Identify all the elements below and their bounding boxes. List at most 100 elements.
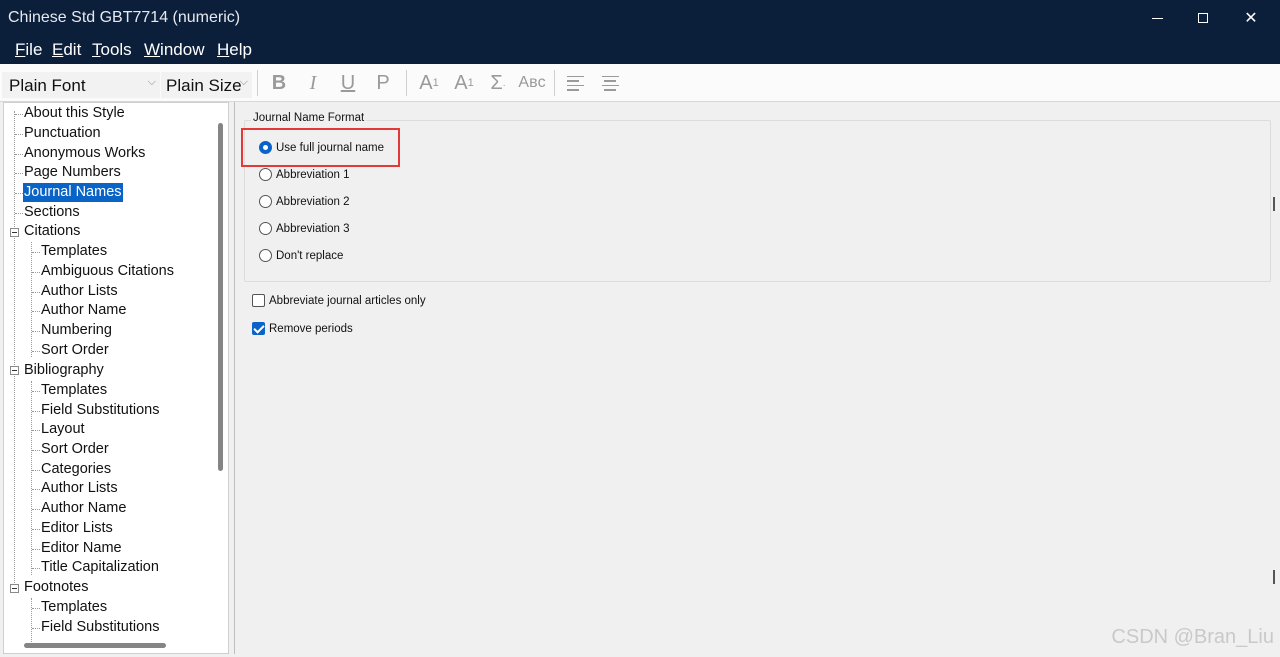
menu-edit[interactable]: Edit	[52, 40, 81, 60]
menu-help-mnemonic: H	[217, 40, 230, 59]
minimize-button[interactable]	[1134, 0, 1180, 36]
tree-item-layout[interactable]: Layout	[41, 420, 85, 439]
plain-button[interactable]: P	[369, 70, 397, 96]
tree-item-categories[interactable]: Categories	[41, 460, 111, 479]
toolbar-separator	[406, 70, 407, 96]
radio-abbreviation-3[interactable]: Abbreviation 3	[259, 222, 350, 235]
tree-item-editor-name[interactable]: Editor Name	[41, 539, 122, 558]
tree-guide	[15, 134, 23, 135]
radio-dont-replace[interactable]: Don't replace	[259, 249, 343, 262]
tree-item-citations[interactable]: Citations	[24, 222, 80, 241]
maximize-button[interactable]	[1180, 0, 1226, 36]
tree-item-citations-author-name[interactable]: Author Name	[41, 301, 126, 320]
tree-guide	[32, 351, 40, 352]
title-bar: Chinese Std GBT7714 (numeric) ✕	[0, 0, 1280, 36]
menu-window-label: indow	[160, 40, 205, 59]
tree-item-sections[interactable]: Sections	[24, 203, 80, 222]
collapse-icon[interactable]	[10, 228, 19, 237]
tree-guide	[15, 154, 23, 155]
tree-guide	[32, 549, 40, 550]
size-dropdown-value: Plain Size	[166, 76, 242, 95]
checkbox-abbreviate-articles[interactable]: Abbreviate journal articles only	[252, 294, 426, 307]
tree-item-citations-author-lists[interactable]: Author Lists	[41, 282, 118, 301]
menu-tools[interactable]: Tools	[92, 40, 132, 60]
tree-item-journal-names[interactable]: Journal Names	[23, 183, 123, 202]
tree-item-page-numbers[interactable]: Page Numbers	[24, 163, 121, 182]
tree-item-field-substitutions[interactable]: Field Substitutions	[41, 401, 159, 420]
radio-icon	[259, 222, 272, 235]
checkbox-remove-periods[interactable]: Remove periods	[252, 322, 353, 335]
tree-item-footnotes[interactable]: Footnotes	[24, 578, 89, 597]
menu-window[interactable]: Window	[144, 40, 204, 60]
align-center-button[interactable]	[596, 70, 624, 96]
tree-item-title-capitalization[interactable]: Title Capitalization	[41, 558, 159, 577]
tree-guide	[32, 272, 40, 273]
tree-vertical-scrollbar[interactable]	[218, 123, 223, 471]
tree-item-bibliography-templates[interactable]: Templates	[41, 381, 107, 400]
menu-help[interactable]: Help	[217, 40, 252, 60]
collapse-icon[interactable]	[10, 366, 19, 375]
tree-guide	[15, 173, 23, 174]
toolbar-separator	[554, 70, 555, 96]
italic-button[interactable]: I	[299, 70, 327, 96]
tree-item-punctuation[interactable]: Punctuation	[24, 124, 101, 143]
tree-guide	[32, 529, 40, 530]
tree-item-bibliography-author-lists[interactable]: Author Lists	[41, 479, 118, 498]
tree-item-ambiguous-citations[interactable]: Ambiguous Citations	[41, 262, 174, 281]
menu-file-label: ile	[25, 40, 43, 59]
tree-item-numbering[interactable]: Numbering	[41, 321, 112, 340]
tree-guide	[32, 430, 40, 431]
style-tree[interactable]: About this Style Punctuation Anonymous W…	[3, 102, 229, 654]
checkbox-remove-periods-label: Remove periods	[269, 322, 353, 335]
tree-item-anonymous-works[interactable]: Anonymous Works	[24, 144, 145, 163]
small-caps-button[interactable]: Aʙᴄ	[516, 70, 548, 96]
close-button[interactable]: ✕	[1228, 0, 1274, 36]
symbol-button[interactable]: Σ.	[484, 70, 512, 96]
journal-format-title: Journal Name Format	[251, 112, 367, 124]
menu-file[interactable]: File	[15, 40, 42, 60]
subscript-button[interactable]: A1	[450, 70, 478, 96]
superscript-button[interactable]: A1	[415, 70, 443, 96]
radio-abbreviation-2[interactable]: Abbreviation 2	[259, 195, 350, 208]
menu-edit-label: dit	[63, 40, 82, 59]
align-left-button[interactable]	[561, 70, 589, 96]
tree-guide	[32, 311, 40, 312]
tree-guide	[32, 608, 40, 609]
minimize-icon	[1151, 17, 1163, 19]
collapse-icon[interactable]	[10, 584, 19, 593]
radio-abbreviation-1[interactable]: Abbreviation 1	[259, 168, 350, 181]
tree-guide	[32, 391, 40, 392]
tree-item-bibliography[interactable]: Bibliography	[24, 361, 104, 380]
tree-item-citations-templates[interactable]: Templates	[41, 242, 107, 261]
checkbox-icon	[252, 294, 265, 307]
tree-guide	[15, 213, 23, 214]
tree-item-bibliography-author-name[interactable]: Author Name	[41, 499, 126, 518]
tree-guide	[32, 411, 40, 412]
tree-guide	[15, 193, 23, 194]
tree-guide	[32, 450, 40, 451]
font-dropdown[interactable]: Plain Font ⌵	[2, 72, 160, 98]
align-center-icon	[601, 75, 619, 91]
sigma-icon: Σ	[490, 71, 503, 94]
size-dropdown[interactable]: Plain Size ⌵	[161, 72, 252, 98]
tree-item-editor-lists[interactable]: Editor Lists	[41, 519, 113, 538]
tree-horizontal-scrollbar[interactable]	[24, 643, 166, 648]
radio-full-name[interactable]: Use full journal name	[259, 141, 384, 154]
bold-button[interactable]: B	[265, 70, 293, 96]
tree-item-about[interactable]: About this Style	[24, 104, 125, 123]
radio-abbreviation-2-label: Abbreviation 2	[276, 195, 350, 208]
splitter-handle[interactable]	[1273, 570, 1275, 584]
maximize-icon	[1198, 13, 1208, 23]
menu-tools-label: ools	[100, 40, 132, 59]
tree-item-footnotes-field-substitutions[interactable]: Field Substitutions	[41, 618, 159, 637]
settings-panel: Journal Name Format Use full journal nam…	[234, 102, 1277, 654]
radio-icon	[259, 249, 272, 262]
splitter-handle[interactable]	[1273, 197, 1275, 211]
radio-checked-icon	[259, 141, 272, 154]
underline-button[interactable]: U	[334, 70, 362, 96]
watermark: CSDN @Bran_Liu	[1111, 626, 1274, 648]
tree-guide	[14, 111, 15, 587]
tree-item-footnotes-templates[interactable]: Templates	[41, 598, 107, 617]
tree-item-citations-sort-order[interactable]: Sort Order	[41, 341, 109, 360]
tree-item-bibliography-sort-order[interactable]: Sort Order	[41, 440, 109, 459]
